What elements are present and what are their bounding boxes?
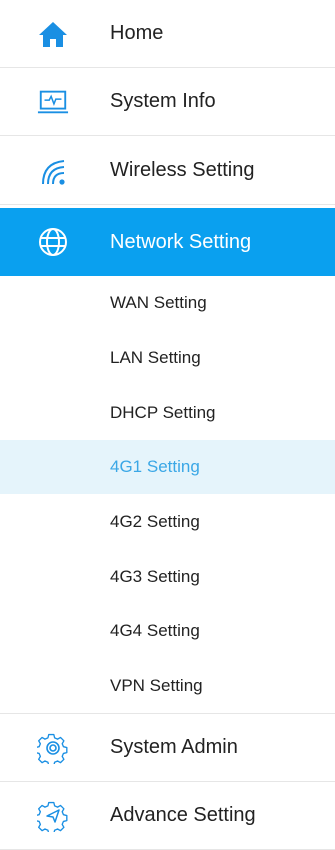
menu-item-advance-setting[interactable]: Advance Setting: [0, 782, 335, 850]
monitor-icon: [37, 86, 69, 118]
wifi-icon: [37, 155, 69, 187]
submenu-item-label: WAN Setting: [110, 293, 207, 312]
submenu-item-4g4-setting[interactable]: 4G4 Setting: [0, 604, 335, 658]
submenu-item-vpn-setting[interactable]: VPN Setting: [0, 659, 335, 713]
submenu-item-label: DHCP Setting: [110, 403, 216, 422]
globe-icon: [37, 226, 69, 258]
menu-item-label: Network Setting: [110, 230, 252, 253]
menu-item-network-setting[interactable]: Network Setting: [0, 208, 335, 276]
menu-item-label: Wireless Setting: [110, 159, 255, 181]
menu-item-label: System Info: [110, 90, 216, 112]
gear-send-icon: [37, 800, 69, 832]
submenu-item-label: VPN Setting: [110, 676, 203, 695]
menu-item-wireless-setting[interactable]: Wireless Setting: [0, 137, 335, 205]
menu-item-system-info[interactable]: System Info: [0, 68, 335, 136]
submenu-item-lan-setting[interactable]: LAN Setting: [0, 331, 335, 385]
submenu-item-4g2-setting[interactable]: 4G2 Setting: [0, 495, 335, 549]
menu-item-label: Home: [110, 22, 164, 44]
submenu-item-label: 4G2 Setting: [110, 512, 200, 531]
menu-item-home[interactable]: Home: [0, 0, 335, 68]
submenu-item-4g3-setting[interactable]: 4G3 Setting: [0, 550, 335, 604]
menu-item-label: System Admin: [110, 736, 238, 758]
home-icon: [37, 18, 69, 50]
submenu-item-4g1-setting[interactable]: 4G1 Setting: [0, 440, 335, 494]
sidebar-menu: Home System Info Wireless Setting Networ…: [0, 0, 335, 850]
menu-item-system-admin[interactable]: System Admin: [0, 714, 335, 782]
submenu-item-label: LAN Setting: [110, 348, 201, 367]
menu-item-label: Advance Setting: [110, 804, 256, 826]
submenu-item-wan-setting[interactable]: WAN Setting: [0, 276, 335, 330]
submenu-item-label: 4G1 Setting: [110, 457, 200, 476]
gear-icon: [37, 732, 69, 764]
submenu-item-dhcp-setting[interactable]: DHCP Setting: [0, 386, 335, 440]
submenu-item-label: 4G4 Setting: [110, 621, 200, 640]
submenu-item-label: 4G3 Setting: [110, 567, 200, 586]
